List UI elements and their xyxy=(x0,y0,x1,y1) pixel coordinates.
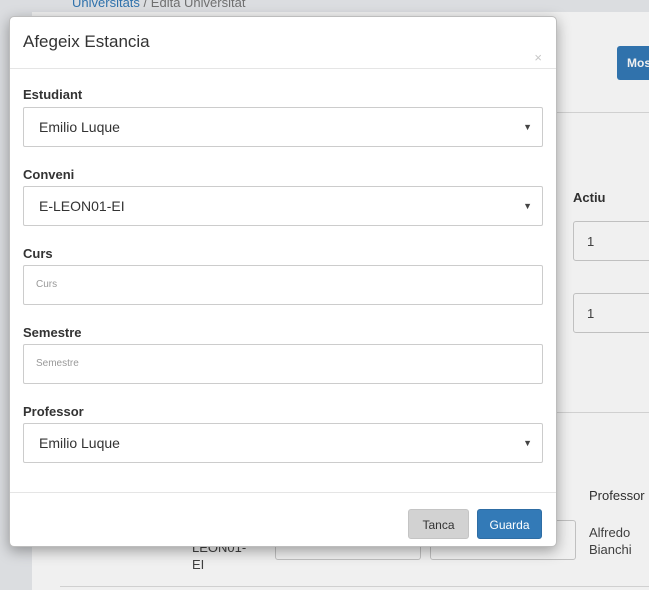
professor-select[interactable]: Emilio Luque ▼ xyxy=(23,423,543,463)
professor-select-value: Emilio Luque xyxy=(39,435,120,451)
save-button[interactable]: Guarda xyxy=(477,509,542,539)
chevron-down-icon: ▼ xyxy=(523,122,532,132)
estudiant-label: Estudiant xyxy=(23,87,83,102)
curs-input[interactable]: Curs xyxy=(23,265,543,305)
add-stay-modal: Afegeix Estancia × Estudiant Emilio Luqu… xyxy=(9,16,557,547)
modal-header: Afegeix Estancia × xyxy=(10,17,556,69)
modal-footer: Tanca Guarda xyxy=(10,492,556,548)
chevron-down-icon: ▼ xyxy=(523,201,532,211)
conveni-select-value: E-LEON01-EI xyxy=(39,198,125,214)
curs-placeholder: Curs xyxy=(36,279,58,290)
estudiant-select[interactable]: Emilio Luque ▼ xyxy=(23,107,543,147)
close-button[interactable]: Tanca xyxy=(408,509,469,539)
semestre-input[interactable]: Semestre xyxy=(23,344,543,384)
chevron-down-icon: ▼ xyxy=(523,438,532,448)
conveni-select[interactable]: E-LEON01-EI ▼ xyxy=(23,186,543,226)
curs-label: Curs xyxy=(23,246,53,261)
estudiant-select-value: Emilio Luque xyxy=(39,119,120,135)
conveni-label: Conveni xyxy=(23,167,75,182)
semestre-placeholder: Semestre xyxy=(36,358,79,369)
modal-title: Afegeix Estancia xyxy=(23,32,150,51)
close-icon[interactable]: × xyxy=(534,51,542,64)
semestre-label: Semestre xyxy=(23,325,82,340)
professor-label: Professor xyxy=(23,404,84,419)
